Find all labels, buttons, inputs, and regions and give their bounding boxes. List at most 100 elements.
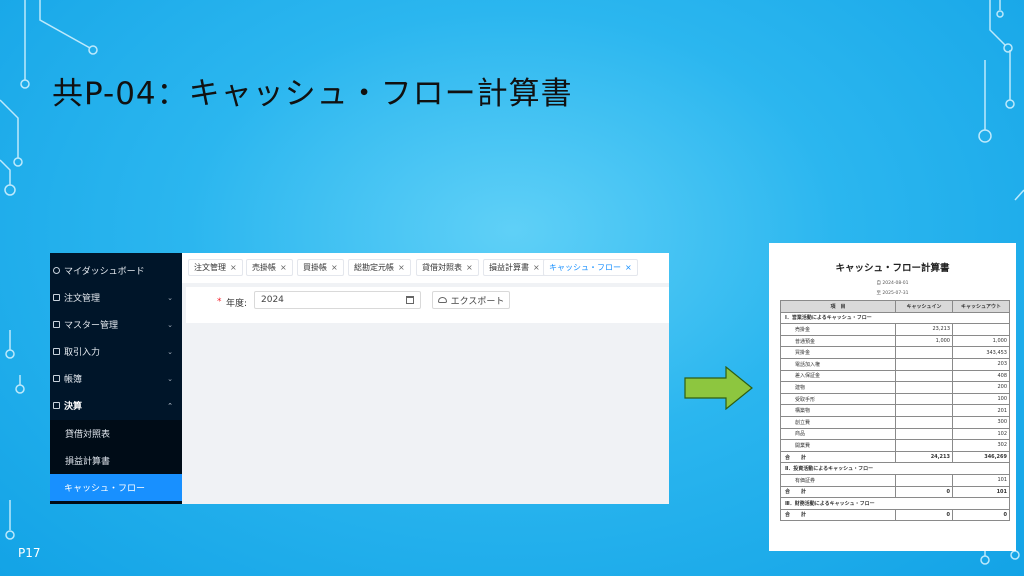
report-title: キャッシュ・フロー計算書 <box>835 263 950 274</box>
cell-cash-in <box>895 392 953 406</box>
cell-cash-out: 343,453 <box>952 346 1010 359</box>
sidebar-subitem-balance-sheet[interactable]: 貸借対照表 <box>50 420 182 447</box>
sidebar-item-label: マスター管理 <box>64 321 119 331</box>
header-cash-in: キャッシュイン <box>895 300 953 313</box>
cell-cash-in: 24,213 <box>895 450 953 464</box>
tab-receivables[interactable]: 売掛帳 × <box>246 259 293 276</box>
cell-cash-out: 300 <box>952 415 1010 429</box>
edit-icon <box>53 348 60 355</box>
cell-cash-in: 23,213 <box>895 323 953 336</box>
sidebar-item-dashboard[interactable]: マイダッシュボード <box>50 257 182 284</box>
cell-item: 電話加入権 <box>780 357 896 371</box>
close-icon[interactable]: × <box>280 263 287 272</box>
cell-cash-in <box>895 439 953 452</box>
cell-cash-out: 200 <box>952 381 1010 394</box>
tab-orders[interactable]: 注文管理 × <box>188 259 243 276</box>
cell-cash-out: 0 <box>952 508 1010 522</box>
cell-cash-out: 1,000 <box>952 334 1010 348</box>
tab-balance-sheet[interactable]: 貸借対照表 × <box>416 259 479 276</box>
table-row: 創立費 300 <box>780 415 1010 429</box>
sidebar-item-ledger[interactable]: 帳簿 ⌄ <box>50 365 182 392</box>
chevron-up-icon: ⌃ <box>167 401 173 410</box>
cell-cash-out <box>952 323 1010 336</box>
cell-item: 合 計 <box>780 485 896 499</box>
required-mark: * <box>217 297 222 307</box>
year-label: 年度: <box>226 299 248 309</box>
report-date-from: 自 2024-08-01 <box>876 281 909 286</box>
sidebar-item-label: マイダッシュボード <box>64 267 145 277</box>
settlement-icon <box>53 402 60 409</box>
chevron-down-icon: ⌄ <box>167 374 173 383</box>
close-icon[interactable]: × <box>398 263 405 272</box>
cell-cash-out: 100 <box>952 392 1010 406</box>
cash-flow-report: キャッシュ・フロー計算書 自 2024-08-01 至 2025-07-31 項… <box>769 243 1016 551</box>
tab-cash-flow[interactable]: キャッシュ・フロー × <box>543 259 638 276</box>
table-row: 差入保証金 408 <box>780 369 1010 383</box>
table-row: 合 計 24,213 346,269 <box>780 450 1010 464</box>
cell-item: 有価証券 <box>780 473 896 487</box>
sidebar-item-label: 帳簿 <box>64 375 83 385</box>
report-table: 項 目 キャッシュイン キャッシュアウト Ⅰ．営業活動によるキャッシュ・フロー売… <box>780 300 1010 522</box>
year-value: 2024 <box>261 295 284 305</box>
cloud-download-icon <box>437 297 447 303</box>
close-icon[interactable]: × <box>625 263 632 272</box>
cell-cash-in <box>895 357 953 371</box>
table-row: 普通預金 1,000 1,000 <box>780 334 1010 348</box>
cell-cash-out: 408 <box>952 369 1010 383</box>
sidebar-subitem-cash-flow[interactable]: キャッシュ・フロー <box>50 474 182 501</box>
sidebar: マイダッシュボード 注文管理 ⌄ マスター管理 ⌄ 取引入力 ⌄ 帳簿 ⌄ 決算… <box>50 253 182 504</box>
cell-cash-in: 0 <box>895 508 953 522</box>
cell-cash-in <box>895 381 953 394</box>
cell-cash-out: 346,269 <box>952 450 1010 464</box>
cell-cash-in <box>895 404 953 417</box>
sidebar-item-settlement[interactable]: 決算 ⌃ <box>50 392 182 419</box>
cell-cash-in <box>895 415 953 429</box>
cell-cash-out: 203 <box>952 357 1010 371</box>
table-row: Ⅱ．投資活動によるキャッシュ・フロー <box>780 462 1010 475</box>
close-icon[interactable]: × <box>331 263 338 272</box>
sidebar-item-transaction[interactable]: 取引入力 ⌄ <box>50 338 182 365</box>
cell-item: Ⅲ．財務活動によるキャッシュ・フロー <box>780 497 1010 510</box>
chevron-down-icon: ⌄ <box>167 320 173 329</box>
table-row: 受取手形 100 <box>780 392 1010 406</box>
close-icon[interactable]: × <box>230 263 237 272</box>
header-item: 項 目 <box>780 300 896 313</box>
cell-cash-in <box>895 369 953 383</box>
calendar-icon <box>406 296 414 304</box>
table-row: 合 計00 <box>780 508 1010 522</box>
cell-item: 建物 <box>780 381 896 394</box>
cell-item: 構築物 <box>780 404 896 417</box>
table-row: 有価証券 101 <box>780 473 1010 487</box>
export-label: エクスポート <box>450 296 505 307</box>
table-row: 買掛金 343,453 <box>780 346 1010 359</box>
cell-cash-in: 0 <box>895 485 953 499</box>
sidebar-item-orders[interactable]: 注文管理 ⌄ <box>50 284 182 311</box>
tab-label: 総勘定元帳 <box>354 263 394 272</box>
sidebar-item-master[interactable]: マスター管理 ⌄ <box>50 311 182 338</box>
report-table-body: Ⅰ．営業活動によるキャッシュ・フロー 売掛金 23,213 普通預金 1,000 1,00… <box>780 311 1010 522</box>
page-number: P17 <box>18 546 41 560</box>
close-icon[interactable]: × <box>533 263 540 272</box>
app-screenshot: マイダッシュボード 注文管理 ⌄ マスター管理 ⌄ 取引入力 ⌄ 帳簿 ⌄ 決算… <box>50 253 669 504</box>
year-picker-input[interactable]: 2024 <box>254 291 421 309</box>
tab-label: 注文管理 <box>194 263 226 272</box>
cell-item: 開業費 <box>780 439 896 452</box>
cell-cash-out: 102 <box>952 427 1010 441</box>
close-icon[interactable]: × <box>466 263 473 272</box>
cell-cash-in: 1,000 <box>895 334 953 348</box>
cell-item: Ⅱ．投資活動によるキャッシュ・フロー <box>780 462 1010 475</box>
table-row: Ⅰ．営業活動によるキャッシュ・フロー <box>780 311 1010 325</box>
tab-payables[interactable]: 買掛帳 × <box>297 259 344 276</box>
cell-cash-in <box>895 473 953 487</box>
filter-toolbar: * 年度: 2024 エクスポート <box>186 287 669 323</box>
tab-general-ledger[interactable]: 総勘定元帳 × <box>348 259 411 276</box>
cell-cash-out: 101 <box>952 485 1010 499</box>
cell-item: Ⅰ．営業活動によるキャッシュ・フロー <box>780 311 1010 325</box>
tab-label: 買掛帳 <box>303 263 327 272</box>
main-content: 注文管理 × 売掛帳 × 買掛帳 × 総勘定元帳 × 貸借対照表 × 損益計算書… <box>182 253 669 504</box>
tab-income-statement[interactable]: 損益計算書 × <box>483 259 546 276</box>
table-row: Ⅲ．財務活動によるキャッシュ・フロー <box>780 497 1010 510</box>
sidebar-subitem-income-statement[interactable]: 損益計算書 <box>50 447 182 474</box>
cell-item: 合 計 <box>780 508 896 522</box>
export-button[interactable]: エクスポート <box>432 291 510 309</box>
